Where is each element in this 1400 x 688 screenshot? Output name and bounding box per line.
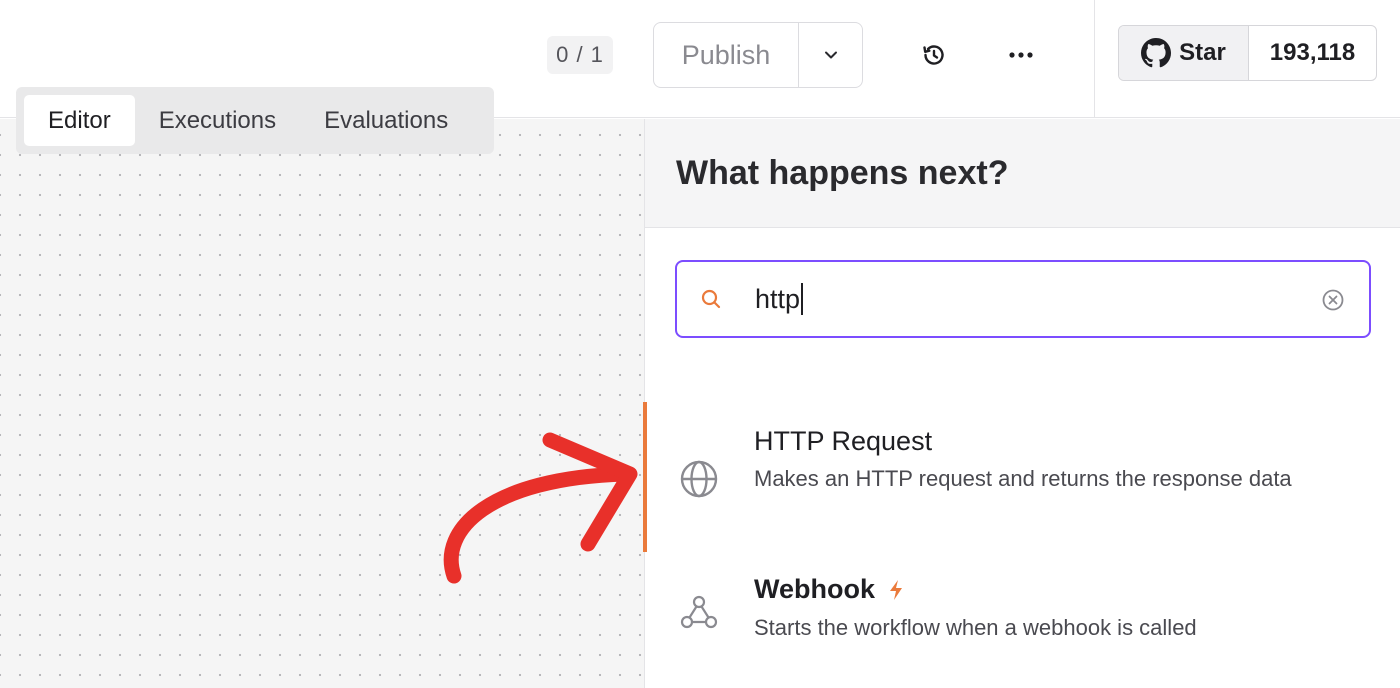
github-icon — [1141, 38, 1172, 68]
node-search-input[interactable]: http — [675, 260, 1371, 338]
panel-title: What happens next? — [676, 153, 1009, 192]
history-button[interactable] — [912, 33, 956, 77]
panel-header: What happens next? — [645, 119, 1400, 228]
app-root: 0 / 1 Publish Star 193,118 Editor Execut… — [0, 0, 1400, 688]
result-title: Webhook — [754, 574, 875, 604]
github-star-widget: Star 193,118 — [1118, 25, 1377, 81]
search-value[interactable]: http — [755, 283, 804, 315]
workflow-canvas[interactable] — [0, 119, 644, 688]
search-icon — [699, 287, 729, 311]
publish-dropdown-button[interactable] — [799, 23, 862, 87]
active-result-marker — [643, 402, 647, 552]
node-counter: 0 / 1 — [547, 36, 613, 74]
close-circle-icon — [1322, 289, 1344, 311]
github-star-count[interactable]: 193,118 — [1249, 26, 1376, 80]
more-horizontal-icon — [1009, 52, 1033, 58]
publish-button-group: Publish — [653, 22, 863, 88]
globe-icon — [680, 460, 718, 498]
history-icon — [923, 45, 944, 65]
result-description: Starts the workflow when a webhook is ca… — [754, 615, 1197, 640]
tab-evaluations[interactable]: Evaluations — [300, 95, 472, 146]
github-star-label: Star — [1179, 39, 1226, 66]
chevron-down-icon — [824, 51, 837, 59]
lightning-icon — [890, 579, 902, 600]
publish-button[interactable]: Publish — [654, 23, 799, 87]
more-options-button[interactable] — [999, 33, 1043, 77]
clear-search-button[interactable] — [1321, 288, 1345, 312]
tab-executions[interactable]: Executions — [135, 95, 300, 146]
tab-editor[interactable]: Editor — [24, 95, 135, 146]
topbar-divider — [1094, 0, 1095, 118]
result-item-webhook[interactable]: Webhook Starts the workflow when a webho… — [645, 560, 1400, 660]
webhook-icon — [680, 595, 718, 629]
result-item-http-request[interactable]: HTTP Request Makes an HTTP request and r… — [643, 402, 1400, 552]
view-tabs: Editor Executions Evaluations — [16, 87, 494, 154]
annotation-arrow-icon — [443, 432, 638, 584]
result-description: Makes an HTTP request and returns the re… — [754, 466, 1292, 491]
node-creator-panel: What happens next? http HTTP Request Mak… — [643, 119, 1400, 688]
github-star-button[interactable]: Star — [1119, 26, 1249, 80]
result-title-row: Webhook — [754, 574, 905, 605]
result-title: HTTP Request — [754, 426, 933, 456]
